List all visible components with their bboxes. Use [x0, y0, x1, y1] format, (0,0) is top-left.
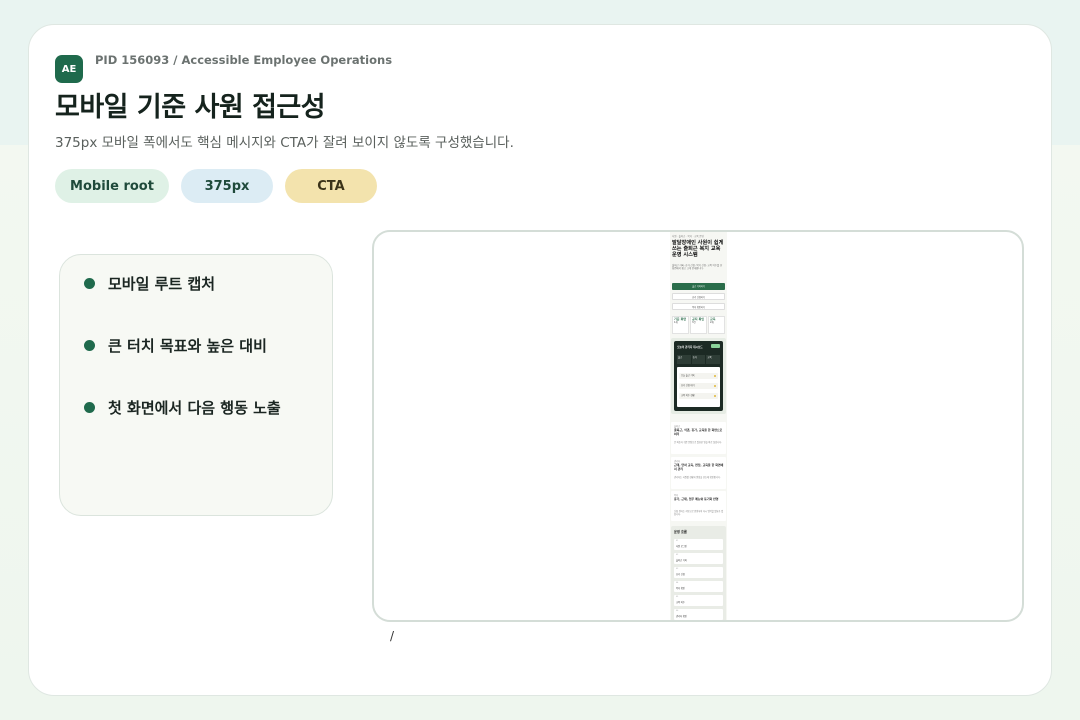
mobile-dashboard-card: 오늘의 관리자 대시보드 출근 휴가 교육 오늘 출근 기록 휴가 신청 대기 …	[671, 338, 726, 414]
bullet-dot-icon	[84, 340, 95, 351]
brand-badge: AE	[55, 55, 83, 83]
dashboard-row: 교육 이수 현황	[679, 393, 718, 399]
feature-text: 신청 결과는 자동으로 반영되어 다시 입력할 필요가 없습니다.	[674, 510, 724, 516]
stat-value: 1개	[674, 321, 678, 325]
flow-step: 03 휴가 신청	[674, 567, 723, 578]
dashboard-kpis: 출근 휴가 교육	[677, 355, 721, 364]
dashboard-row: 오늘 출근 기록	[679, 373, 718, 379]
flow-title: 운영 흐름	[674, 530, 687, 534]
feature-text: 관리자는 사원별 현황과 알림을 한눈에 확인합니다.	[674, 476, 721, 479]
page-subtitle: 375px 모바일 폭에서도 핵심 메시지와 CTA가 잘려 보이지 않도록 구…	[55, 135, 514, 151]
checklist-item: 큰 터치 목표와 높은 대비	[84, 335, 267, 356]
flow-step: 06 관리자 확인	[674, 609, 723, 620]
main-card: AE PID 156093 / Accessible Employee Oper…	[28, 24, 1052, 696]
stat-value: 2개	[710, 321, 714, 325]
checklist-item-label: 모바일 루트 캡처	[108, 275, 216, 293]
mobile-dashboard-device: 오늘의 관리자 대시보드 출근 휴가 교육 오늘 출근 기록 휴가 신청 대기 …	[674, 341, 723, 411]
flow-step-num: 05	[676, 596, 679, 598]
flow-step-num: 03	[676, 568, 679, 570]
flow-step: 04 복지 확인	[674, 581, 723, 592]
status-dot-icon	[714, 385, 716, 387]
stat-value: 3건	[692, 321, 696, 325]
chip-cta: CTA	[285, 169, 377, 203]
preview-caption: /	[390, 629, 395, 643]
mobile-feature-card: 복지 휴가, 근태, 업무 메뉴와 동기화 반영 신청 결과는 자동으로 반영되…	[671, 491, 726, 521]
chip-row: Mobile root 375px CTA	[55, 169, 377, 203]
flow-step-num: 02	[676, 554, 679, 556]
mobile-top-label: 사원 · 출퇴근 · 복지 · 교육 운영	[672, 235, 704, 238]
dashboard-title: 오늘의 관리자 대시보드	[677, 346, 703, 349]
dashboard-row-label: 휴가 신청 대기	[681, 384, 695, 387]
flow-step-label: 복지 확인	[676, 587, 685, 590]
feature-text: 큰 버튼과 쉬운 문장으로 필요한 일을 바로 찾습니다.	[674, 441, 722, 444]
mobile-button: 복지 확인하기	[672, 303, 725, 310]
flow-step: 02 출퇴근 기록	[674, 553, 723, 564]
dashboard-row: 휴가 신청 대기	[679, 383, 718, 389]
pid-label: PID 156093 / Accessible Employee Operati…	[95, 53, 393, 67]
flow-step-label: 교육 이수	[676, 601, 685, 604]
flow-step-label: 출퇴근 기록	[676, 559, 687, 562]
flow-step-num: 04	[676, 582, 679, 584]
checklist-item-label: 큰 터치 목표와 높은 대비	[108, 337, 267, 355]
page-title: 모바일 기준 사원 접근성	[55, 92, 326, 123]
mobile-stats: 기준 화면 1개 공지 확인 3건 교육 2개	[672, 316, 725, 334]
status-dot-icon	[714, 395, 716, 397]
mobile-intro: 출퇴근 기록, 휴가 신청, 복지 신청, 교육 이수를 한 화면에서 쉽고 크…	[672, 264, 723, 271]
bullet-dot-icon	[84, 278, 95, 289]
dashboard-kpi: 휴가	[691, 355, 706, 364]
checklist-panel: 모바일 루트 캡처 큰 터치 목표와 높은 대비 첫 화면에서 다음 행동 노출	[59, 254, 333, 516]
feature-title: 휴가, 근태, 업무 메뉴와 동기화 반영	[674, 497, 719, 501]
mobile-preview-frame[interactable]: 사원 · 출퇴근 · 복지 · 교육 운영 발달장애인 사원이 쉽게 쓰는 출퇴…	[372, 230, 1024, 622]
brand: AE PID 156093 / Accessible Employee Oper…	[55, 53, 392, 83]
flow-step-num: 01	[676, 540, 679, 542]
dashboard-row-label: 오늘 출근 기록	[681, 374, 695, 377]
checklist-item: 모바일 루트 캡처	[84, 273, 215, 294]
feature-title: 근태, 연차 교육, 면담, 교육을 한 화면에서 관리	[674, 463, 724, 471]
chip-mobile-root: Mobile root	[55, 169, 169, 203]
flow-step: 01 사원 로그인	[674, 539, 723, 550]
dashboard-kpi: 출근	[677, 355, 691, 364]
mobile-stat: 공지 확인 3건	[690, 316, 707, 334]
dashboard-pill	[711, 344, 720, 348]
dashboard-list: 오늘 출근 기록 휴가 신청 대기 교육 이수 현황	[677, 367, 720, 407]
mobile-flow-section: 운영 흐름 01 사원 로그인 02 출퇴근 기록 03 휴가 신청 04 복지 확인 …	[671, 526, 726, 620]
dashboard-row-label: 교육 이수 현황	[681, 394, 695, 397]
flow-step-num: 06	[676, 610, 679, 612]
mobile-stat: 교육 2개	[708, 316, 725, 334]
flow-step: 05 교육 이수	[674, 595, 723, 606]
mobile-feature-card: 출퇴근 출퇴근, 식권, 휴가, 교육을 한 화면으로 처리 큰 버튼과 쉬운 …	[671, 422, 726, 454]
mobile-screenshot: 사원 · 출퇴근 · 복지 · 교육 운영 발달장애인 사원이 쉽게 쓰는 출퇴…	[670, 232, 727, 620]
mobile-primary-button: 출근 기록하기	[672, 283, 725, 290]
flow-step-label: 휴가 신청	[676, 573, 685, 576]
checklist-item-label: 첫 화면에서 다음 행동 노출	[108, 399, 281, 417]
mobile-stat: 기준 화면 1개	[672, 316, 689, 334]
checklist-item: 첫 화면에서 다음 행동 노출	[84, 397, 281, 418]
flow-step-label: 관리자 확인	[676, 615, 687, 618]
flow-step-label: 사원 로그인	[676, 545, 687, 548]
mobile-button: 휴가 신청하기	[672, 293, 725, 300]
dashboard-kpi: 교육	[706, 355, 721, 364]
bullet-dot-icon	[84, 402, 95, 413]
mobile-headline: 발달장애인 사원이 쉽게 쓰는 출퇴근 복지 교육 운영 시스템	[672, 240, 724, 258]
status-dot-icon	[714, 375, 716, 377]
chip-375px: 375px	[181, 169, 273, 203]
mobile-feature-card: 관리자 근태, 연차 교육, 면담, 교육을 한 화면에서 관리 관리자는 사원…	[671, 457, 726, 489]
feature-title: 출퇴근, 식권, 휴가, 교육을 한 화면으로 처리	[674, 428, 723, 436]
